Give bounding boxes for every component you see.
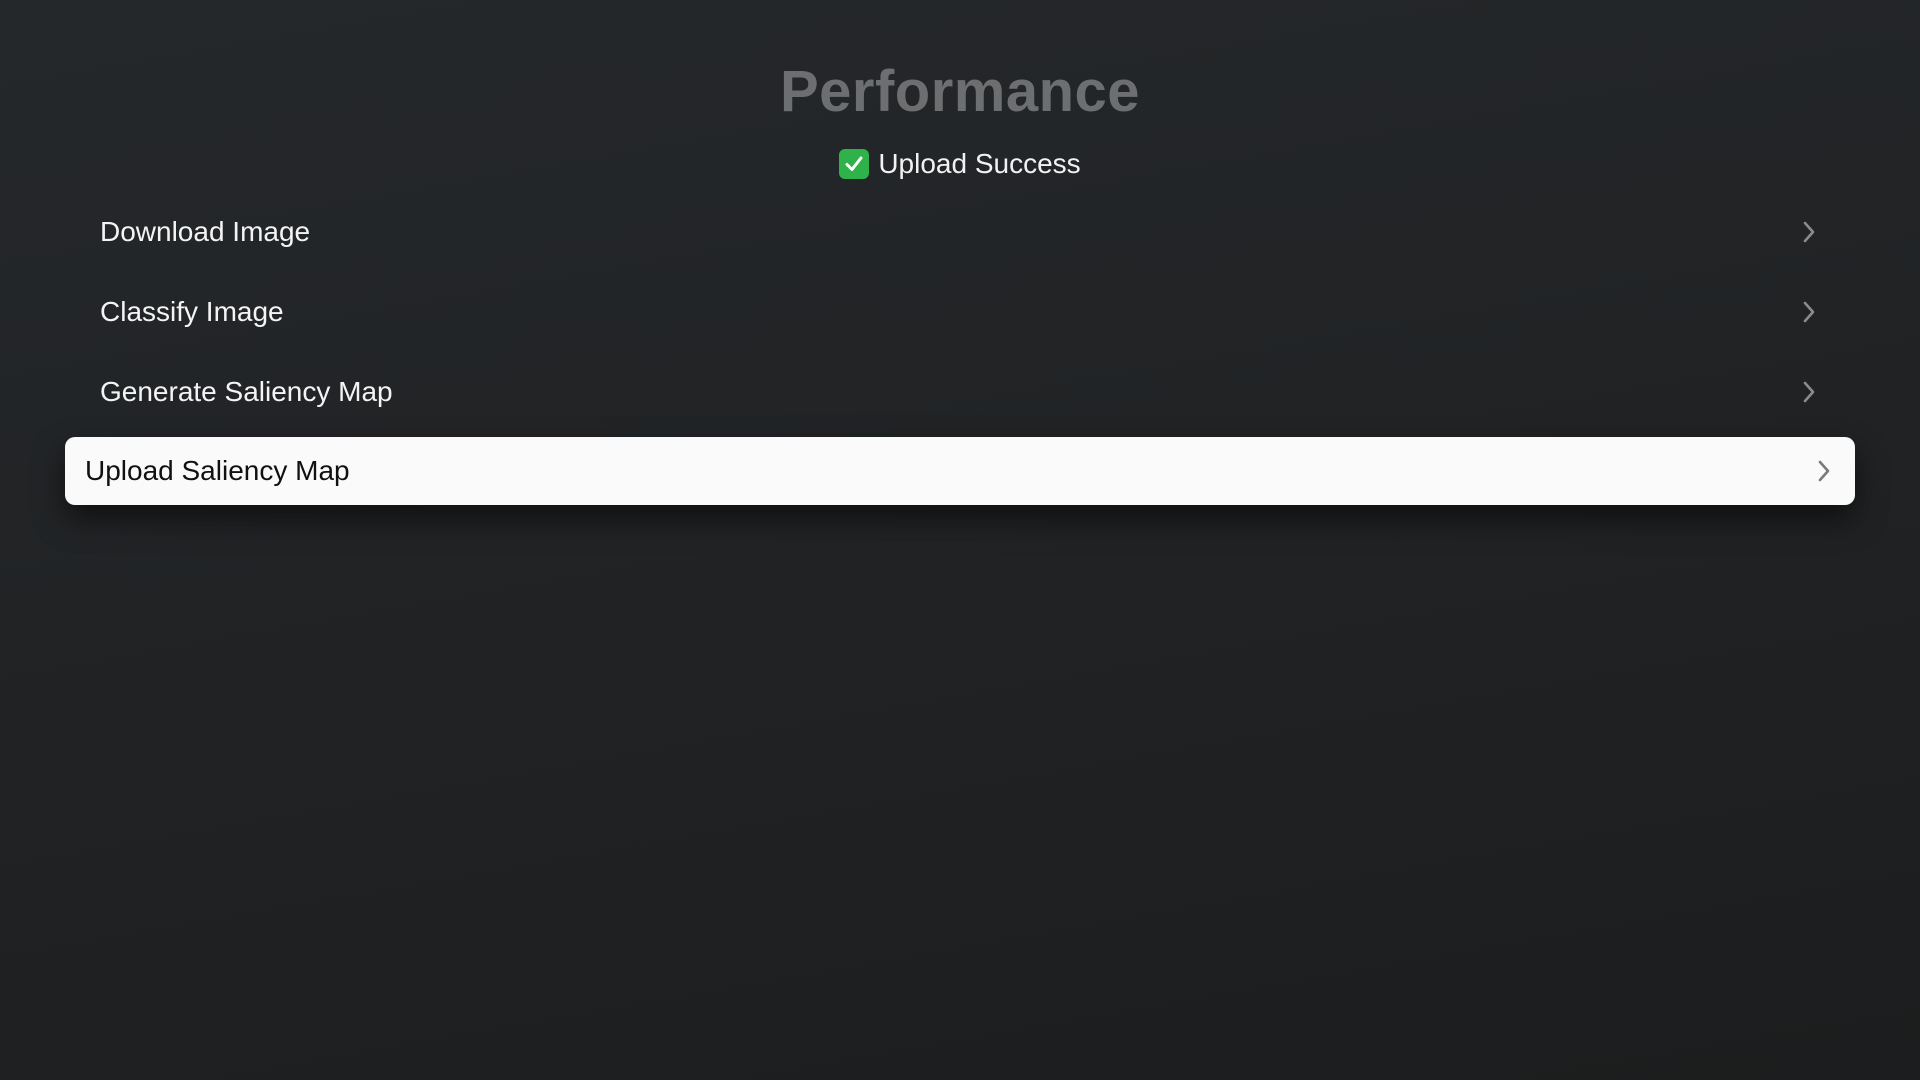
menu-item-upload-saliency-map[interactable]: Upload Saliency Map (65, 437, 1855, 505)
menu-item-classify-image[interactable]: Classify Image (100, 279, 1820, 345)
menu-item-download-image[interactable]: Download Image (100, 199, 1820, 265)
menu-item-label: Download Image (100, 216, 311, 247)
menu-item-label: Classify Image (100, 296, 284, 327)
menu-list: Download Image Classify Image Generate S… (0, 0, 1920, 1080)
chevron-right-icon (1798, 298, 1820, 326)
menu-item-generate-saliency-map[interactable]: Generate Saliency Map (100, 359, 1820, 425)
chevron-right-icon (1798, 378, 1820, 406)
chevron-right-icon (1813, 457, 1835, 485)
menu-item-label: Upload Saliency Map (85, 455, 350, 486)
chevron-right-icon (1798, 218, 1820, 246)
menu-item-label: Generate Saliency Map (100, 376, 393, 407)
